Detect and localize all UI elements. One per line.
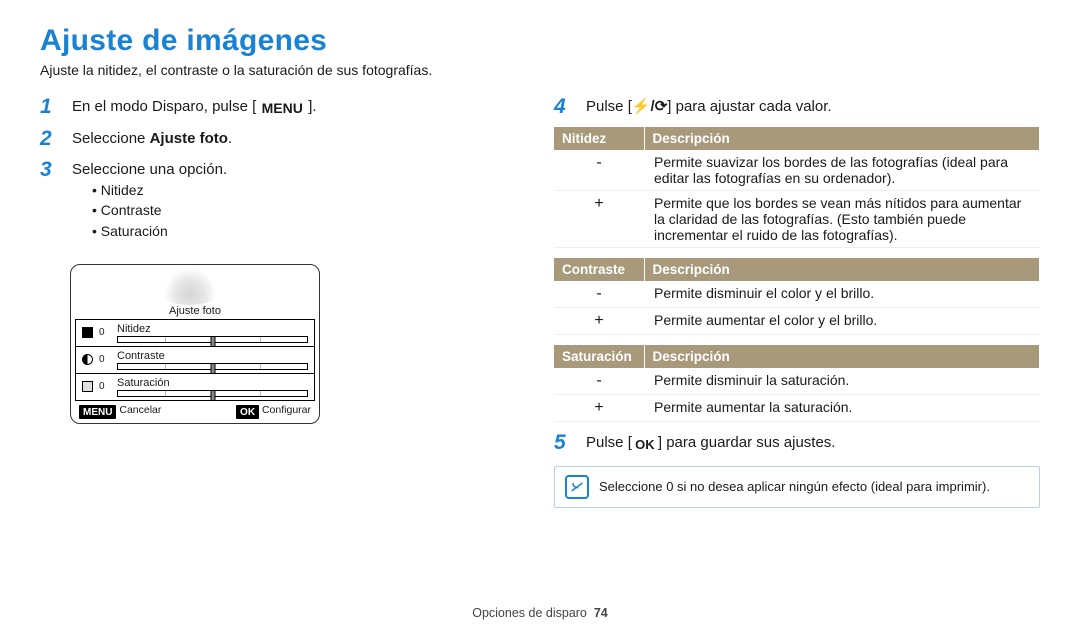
lcd-row-saturation: 0 Saturación bbox=[76, 374, 314, 400]
lcd-label-sharp: Nitidez bbox=[117, 323, 308, 335]
cell-desc: Permite disminuir la saturación. bbox=[644, 368, 1040, 395]
cell-desc: Permite aumentar el color y el brillo. bbox=[644, 308, 1040, 335]
ok-box-icon: OK bbox=[236, 405, 259, 419]
footer-page-number: 74 bbox=[594, 606, 608, 620]
cell-desc: Permite aumentar la saturación. bbox=[644, 395, 1040, 422]
cell-key: + bbox=[554, 191, 644, 248]
table-row: + Permite que los bordes se vean más nít… bbox=[554, 191, 1040, 248]
step-4-post: ] para ajustar cada valor. bbox=[667, 98, 831, 115]
lcd-configure: Configurar bbox=[262, 404, 311, 416]
right-column: 4 Pulse [⚡/⟳] para ajustar cada valor. N… bbox=[554, 96, 1040, 508]
table-saturacion: Saturación Descripción - Permite disminu… bbox=[554, 345, 1040, 422]
cell-desc: Permite que los bordes se vean más nítid… bbox=[644, 191, 1040, 248]
step-5-post: ] para guardar sus ajustes. bbox=[658, 434, 836, 451]
cell-key: - bbox=[554, 281, 644, 308]
table-row: - Permite disminuir el color y el brillo… bbox=[554, 281, 1040, 308]
cell-desc: Permite disminuir el color y el brillo. bbox=[644, 281, 1040, 308]
step-4-pre: Pulse [ bbox=[586, 98, 632, 115]
step-3-bullets: Nitidez Contraste Saturación bbox=[72, 181, 520, 242]
step-1: 1 En el modo Disparo, pulse [MENU]. bbox=[40, 96, 520, 118]
lcd-label-contrast: Contraste bbox=[117, 350, 308, 362]
th-saturacion: Saturación bbox=[554, 345, 644, 368]
cell-desc: Permite suavizar los bordes de las fotog… bbox=[644, 150, 1040, 191]
tip-box: Seleccione 0 si no desea aplicar ningún … bbox=[554, 466, 1040, 508]
lcd-cancel: Cancelar bbox=[119, 404, 161, 416]
page-subtitle: Ajuste la nitidez, el contraste o la sat… bbox=[40, 62, 1040, 78]
menu-key-icon: MENU bbox=[256, 100, 308, 118]
lcd-val-sharp: 0 bbox=[99, 327, 111, 338]
lcd-val-saturation: 0 bbox=[99, 381, 111, 392]
th-nitidez: Nitidez bbox=[554, 127, 644, 150]
step-5-pre: Pulse [ bbox=[586, 434, 632, 451]
cell-key: - bbox=[554, 368, 644, 395]
step-number: 4 bbox=[554, 96, 574, 117]
step-3-a: Seleccione una opción. bbox=[72, 161, 227, 178]
bullet-contraste: Contraste bbox=[92, 201, 520, 221]
step-5: 5 Pulse [OK] para guardar sus ajustes. bbox=[554, 432, 1040, 454]
step-number: 2 bbox=[40, 128, 60, 149]
table-row: + Permite aumentar el color y el brillo. bbox=[554, 308, 1040, 335]
step-number: 3 bbox=[40, 159, 60, 254]
cell-key: + bbox=[554, 308, 644, 335]
footer-label: Opciones de disparo bbox=[472, 606, 587, 620]
lcd-slider bbox=[117, 336, 308, 343]
lcd-row-contrast: 0 Contraste bbox=[76, 347, 314, 374]
cell-key: + bbox=[554, 395, 644, 422]
contrast-icon bbox=[82, 354, 93, 365]
step-2-a: Seleccione bbox=[72, 130, 150, 147]
lcd-slider bbox=[117, 390, 308, 397]
lcd-row-sharp: 0 Nitidez bbox=[76, 320, 314, 347]
th-descripcion: Descripción bbox=[644, 127, 1040, 150]
lcd-footer: MENU Cancelar OK Configurar bbox=[75, 401, 315, 422]
page-title: Ajuste de imágenes bbox=[40, 24, 1040, 58]
lcd-silhouette bbox=[75, 269, 315, 307]
table-row: - Permite disminuir la saturación. bbox=[554, 368, 1040, 395]
table-row: - Permite suavizar los bordes de las fot… bbox=[554, 150, 1040, 191]
tip-text: Seleccione 0 si no desea aplicar ningún … bbox=[599, 479, 990, 494]
step-3: 3 Seleccione una opción. Nitidez Contras… bbox=[40, 159, 520, 254]
ok-key-icon: OK bbox=[632, 437, 658, 454]
bullet-saturacion: Saturación bbox=[92, 222, 520, 242]
camera-lcd: Ajuste foto 0 Nitidez bbox=[70, 264, 320, 425]
cell-key: - bbox=[554, 150, 644, 191]
th-descripcion: Descripción bbox=[644, 345, 1040, 368]
page-footer: Opciones de disparo 74 bbox=[0, 606, 1080, 620]
lcd-slider bbox=[117, 363, 308, 370]
step-2-b: . bbox=[228, 130, 232, 147]
table-nitidez: Nitidez Descripción - Permite suavizar l… bbox=[554, 127, 1040, 248]
step-1-post: ]. bbox=[308, 98, 316, 115]
bullet-nitidez: Nitidez bbox=[92, 181, 520, 201]
flash-timer-icon: ⚡/⟳ bbox=[632, 98, 667, 115]
th-contraste: Contraste bbox=[554, 258, 644, 281]
lcd-val-contrast: 0 bbox=[99, 354, 111, 365]
note-icon bbox=[565, 475, 589, 499]
step-2-bold: Ajuste foto bbox=[150, 130, 228, 147]
sharpness-icon bbox=[82, 327, 93, 338]
lcd-table: 0 Nitidez 0 Contraste bbox=[75, 319, 315, 401]
lcd-label-saturation: Saturación bbox=[117, 377, 308, 389]
th-descripcion: Descripción bbox=[644, 258, 1040, 281]
step-4: 4 Pulse [⚡/⟳] para ajustar cada valor. bbox=[554, 96, 1040, 117]
saturation-icon bbox=[82, 381, 93, 392]
step-number: 1 bbox=[40, 96, 60, 118]
step-2: 2 Seleccione Ajuste foto. bbox=[40, 128, 520, 149]
left-column: 1 En el modo Disparo, pulse [MENU]. 2 Se… bbox=[40, 96, 520, 508]
table-row: + Permite aumentar la saturación. bbox=[554, 395, 1040, 422]
table-contraste: Contraste Descripción - Permite disminui… bbox=[554, 258, 1040, 335]
menu-box-icon: MENU bbox=[79, 405, 116, 419]
step-1-pre: En el modo Disparo, pulse [ bbox=[72, 98, 256, 115]
step-number: 5 bbox=[554, 432, 574, 454]
